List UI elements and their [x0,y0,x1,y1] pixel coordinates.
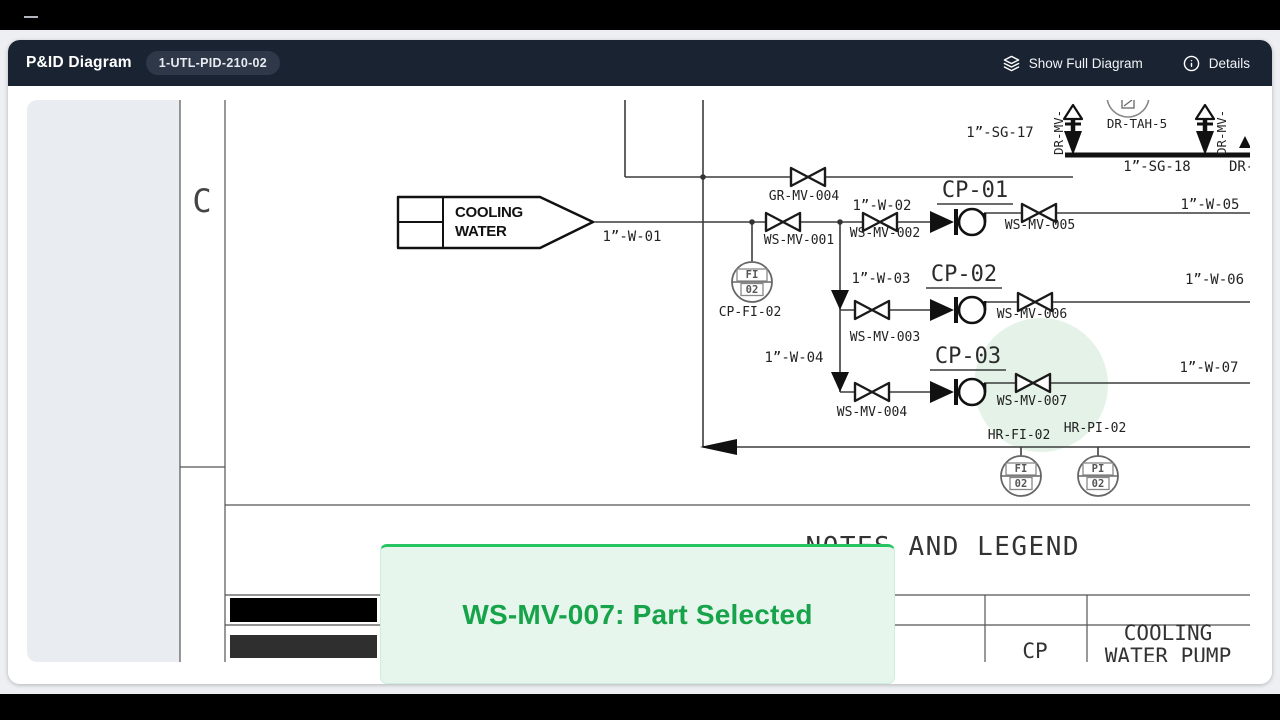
inst-pi-text: PI [1092,463,1105,475]
valve-ws-mv-004[interactable] [855,383,889,401]
legend-cooling-line2: WATER PUMP [1105,644,1231,662]
valve-gr-mv-004[interactable] [791,168,825,186]
inst-02-text: 02 [1092,478,1105,490]
label-ws-mv-005: WS-MV-005 [1005,218,1075,233]
pump-cp-03[interactable] [930,379,985,405]
valve-ws-mv-003[interactable] [855,301,889,319]
label-ws-mv-002: WS-MV-002 [850,226,920,241]
details-button[interactable]: Details [1179,49,1254,78]
instrument-dr-tah-5[interactable] [1107,100,1149,117]
label-hr-pi-02: HR-PI-02 [1064,421,1127,436]
label-dr-mv-left: DR-MV- [1051,110,1066,155]
label-sg17: 1”-SG-17 [966,125,1033,141]
label-w05: 1”-W-05 [1180,197,1239,213]
label-cp02: CP-02 [931,262,997,287]
app-header: P&ID Diagram 1-UTL-PID-210-02 Show Full … [8,40,1272,86]
inst-02-text: 02 [1015,478,1028,490]
pump-cp-01[interactable] [930,209,985,235]
legend-cooling-line1: COOLING [1124,621,1213,645]
label-dr-mv-right: DR-MV- [1214,110,1229,155]
label-w01: 1”-W-01 [602,229,661,245]
letterbox-artifact [24,16,38,18]
flag-line2: WATER [455,223,507,240]
inst-02-text: 02 [746,284,759,296]
drawing-number-badge: 1-UTL-PID-210-02 [146,51,280,75]
label-w04: 1”-W-04 [764,350,823,366]
layers-icon [1003,55,1020,72]
page-title: P&ID Diagram [26,54,132,72]
label-cp-fi-02: CP-FI-02 [719,305,782,320]
label-ws-mv-003: WS-MV-003 [850,330,920,345]
instrument-cp-fi-02[interactable]: FI 02 [732,262,772,302]
valve-ws-mv-001[interactable] [766,213,800,231]
label-w07: 1”-W-07 [1179,360,1238,376]
cooling-water-flag[interactable]: COOLING WATER [398,197,593,248]
pump-cp-02[interactable] [930,297,985,323]
label-cp03: CP-03 [935,344,1001,369]
screen: P&ID Diagram 1-UTL-PID-210-02 Show Full … [0,0,1280,720]
letterbox-bottom [0,694,1280,720]
zone-letter: C [192,182,211,220]
label-cp01: CP-01 [942,178,1008,203]
label-gr-mv-004: GR-MV-004 [769,189,840,204]
letterbox-top [0,0,1280,30]
pipe-network [593,100,1250,456]
selection-toast-message: WS-MV-007: Part Selected [462,599,812,631]
flag-line1: COOLING [455,204,523,221]
drain-valve-dr-mv-right[interactable] [1196,105,1214,155]
inst-fi-text: FI [746,269,759,281]
instrument-hr-fi-02[interactable]: FI 02 [1001,456,1041,496]
sheet-margin [27,100,180,662]
details-label: Details [1209,56,1250,71]
pid-viewer-card: P&ID Diagram 1-UTL-PID-210-02 Show Full … [8,40,1272,684]
label-ws-mv-006: WS-MV-006 [997,307,1067,322]
info-icon [1183,55,1200,72]
label-hr-fi-02: HR-FI-02 [988,428,1051,443]
label-sg18: 1”-SG-18 [1123,159,1190,175]
label-w02: 1”-W-02 [852,198,911,214]
inst-fi-text: FI [1015,463,1028,475]
legend-cp: CP [1022,639,1047,662]
label-ws-mv-001: WS-MV-001 [764,233,834,248]
show-full-diagram-label: Show Full Diagram [1029,56,1143,71]
selection-toast: WS-MV-007: Part Selected [380,544,895,684]
instrument-hr-pi-02[interactable]: PI 02 [1078,456,1118,496]
label-w03: 1”-W-03 [851,271,910,287]
label-ws-mv-007: WS-MV-007 [997,394,1067,409]
label-w06: 1”-W-06 [1185,272,1244,288]
diagram-viewport: C [8,86,1272,684]
show-full-diagram-button[interactable]: Show Full Diagram [999,49,1147,78]
drain-valve-dr-mv-left[interactable] [1064,105,1082,155]
label-dr-tah5: DR-TAH-5 [1107,116,1167,131]
label-dr-cut: DR- [1229,159,1250,175]
label-ws-mv-004: WS-MV-004 [837,405,908,420]
